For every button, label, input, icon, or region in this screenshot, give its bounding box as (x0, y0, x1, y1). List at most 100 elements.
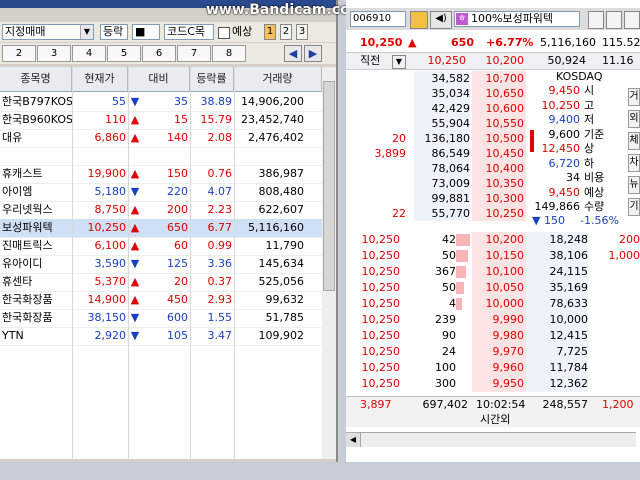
table-row[interactable]: 한국화장품 14,900 ▲ 450 2.93 99,632 (0, 291, 322, 310)
ask-aq: 35,034 (414, 86, 470, 101)
side-button[interactable]: 차 (628, 154, 640, 172)
table-row[interactable]: 한국화장품 38,150 ▼ 600 1.55 51,785 (0, 309, 322, 328)
sub-volume: 50,924 (547, 54, 587, 67)
kosdaq-key: 상 (584, 142, 595, 155)
bid-row[interactable]: 10,250 4 10,000 78,633 (346, 296, 640, 312)
table-row[interactable]: YTN 2,920 ▼ 105 3.47 109,902 (0, 327, 322, 346)
filter-combo[interactable]: 등락 (100, 24, 128, 40)
cell-price: 5,370 (94, 275, 127, 288)
table-row[interactable] (0, 147, 322, 166)
bid-row[interactable]: 10,250 24 9,970 7,725 (346, 344, 640, 360)
table-row[interactable]: 휴캐스트 19,900 ▲ 150 0.76 386,987 (0, 165, 322, 184)
bid-e (596, 264, 640, 280)
page-tab-4[interactable]: 4 (72, 45, 106, 62)
chevron-down-icon[interactable]: ▼ (80, 25, 93, 39)
num-tab-2[interactable]: 2 (280, 24, 292, 40)
split-icon[interactable] (606, 11, 622, 29)
vertical-scrollbar[interactable] (322, 67, 336, 459)
table-row[interactable]: 한국B960KOS 110 ▲ 15 15.79 23,452,740 (0, 111, 322, 130)
cell-name: 우리넷웍스 (2, 203, 53, 216)
cell-volume: 11,790 (265, 239, 305, 252)
page-tab-8[interactable]: 8 (212, 45, 246, 62)
cell-diff (142, 147, 188, 165)
page-tab-6[interactable]: 6 (142, 45, 176, 62)
cell-arrow: ▲ (130, 203, 140, 216)
bid-row[interactable]: 10,250 100 9,960 11,784 (346, 360, 640, 376)
side-button[interactable]: 외 (628, 110, 640, 128)
grid-icon[interactable] (624, 11, 640, 29)
table-row[interactable]: 아이엠 5,180 ▼ 220 4.07 808,480 (0, 183, 322, 202)
chevron-down-icon[interactable]: ▼ (392, 55, 406, 69)
table-row[interactable]: 한국B797KOS 55 ▼ 35 38.89 14,906,200 (0, 93, 322, 112)
next-arrow-icon[interactable]: ▶ (304, 45, 322, 62)
volume-bar (456, 266, 466, 278)
cell-diff: 105 (167, 329, 188, 342)
stop-button[interactable]: ■ (132, 24, 160, 40)
filter-combo-value: 등락 (103, 25, 124, 38)
search-icon[interactable] (410, 11, 428, 29)
page-tab-5[interactable]: 5 (107, 45, 141, 62)
forecast-checkbox[interactable] (218, 27, 230, 39)
code-combo[interactable]: 코드C목 (164, 24, 214, 40)
col-volume[interactable]: 거래량 (234, 67, 322, 91)
page-tab-3[interactable]: 3 (37, 45, 71, 62)
num-tab-1[interactable]: 1 (264, 24, 276, 40)
volume-bar (456, 250, 468, 262)
table-row[interactable]: 유아이디 3,590 ▼ 125 3.36 145,634 (0, 255, 322, 274)
side-button[interactable]: 거 (628, 88, 640, 106)
after-hours-button[interactable]: 시간외 (480, 412, 510, 427)
kosdaq-value: 12,450 (541, 142, 581, 155)
cell-arrow: ▲ (130, 275, 140, 288)
side-button[interactable]: 기 (628, 198, 640, 216)
table-row[interactable]: 대유 6,860 ▲ 140 2.08 2,476,402 (0, 129, 322, 148)
kosdaq-value: 9,450 (548, 84, 581, 97)
current-price: 10,250 (360, 36, 403, 49)
horizontal-scrollbar[interactable]: ◀ (346, 432, 636, 447)
bid-p: 10,100 (472, 264, 526, 280)
scroll-thumb[interactable] (323, 81, 335, 291)
scroll-left-icon[interactable]: ◀ (346, 433, 361, 447)
table-row[interactable]: 우리넷웍스 8,750 ▲ 200 2.23 622,607 (0, 201, 322, 220)
cell-rate: 3.47 (207, 329, 233, 342)
bid-row[interactable]: 10,250 90 9,980 12,415 (346, 328, 640, 344)
kosdaq-key: 고 (584, 98, 595, 112)
bid-row[interactable]: 10,250 50 10,150 38,106 1,000 (346, 248, 640, 264)
price-rate: +6.77% (486, 36, 534, 49)
mode-combo[interactable]: 지정매매 ▼ (2, 24, 94, 40)
bid-row[interactable]: 10,250 239 9,990 10,000 (346, 312, 640, 328)
page-tab-7[interactable]: 7 (177, 45, 211, 62)
cell-diff: 150 (167, 167, 188, 180)
bid-row[interactable]: 10,250 300 9,950 12,362 (346, 376, 640, 392)
bid-b: 35,169 (526, 280, 588, 296)
cell-diff: 140 (167, 131, 188, 144)
cell-volume: 2,476,402 (248, 131, 304, 144)
ask-bq (346, 86, 406, 101)
table-row[interactable]: 보성파워텍 10,250 ▲ 650 6.77 5,116,160 (0, 219, 322, 238)
bid-t: 10,250 (361, 249, 401, 262)
bid-t: 10,250 (361, 297, 401, 310)
footer-left-value: 3,897 (360, 398, 392, 411)
bid-row[interactable]: 10,250 367 10,100 24,115 (346, 264, 640, 280)
sound-icon[interactable]: ◀) (430, 11, 452, 29)
page-tab-2[interactable]: 2 (2, 45, 36, 62)
side-button[interactable]: 뉴 (628, 176, 640, 194)
stock-name-field[interactable]: ㅎ 100%보성파워텍 (454, 11, 580, 27)
sub-price2: 10,200 (485, 54, 525, 67)
table-row[interactable]: 진매트릭스 6,100 ▲ 60 0.99 11,790 (0, 237, 322, 256)
table-row[interactable]: 휴센타 5,370 ▲ 20 0.37 525,056 (0, 273, 322, 292)
col-rate[interactable]: 등락률 (190, 67, 234, 91)
side-button[interactable]: 체 (628, 132, 640, 150)
prev-arrow-icon[interactable]: ◀ (284, 45, 302, 62)
num-tab-3[interactable]: 3 (296, 24, 308, 40)
window-icon[interactable] (588, 11, 604, 29)
col-price[interactable]: 현재가 (72, 67, 128, 91)
bid-q: 50 (442, 281, 456, 294)
ask-price: 10,700 (472, 71, 526, 86)
bid-row[interactable]: 10,250 50 10,050 35,169 (346, 280, 640, 296)
col-name[interactable]: 종목명 (0, 67, 72, 91)
kosdaq-value: 9,400 (548, 113, 581, 126)
bid-row[interactable]: 10,250 42 10,200 18,248 200 (346, 232, 640, 248)
code-input[interactable]: 006910 (350, 11, 406, 27)
col-diff[interactable]: 대비 (128, 67, 190, 91)
ask-aq: 55,770 (414, 206, 470, 221)
